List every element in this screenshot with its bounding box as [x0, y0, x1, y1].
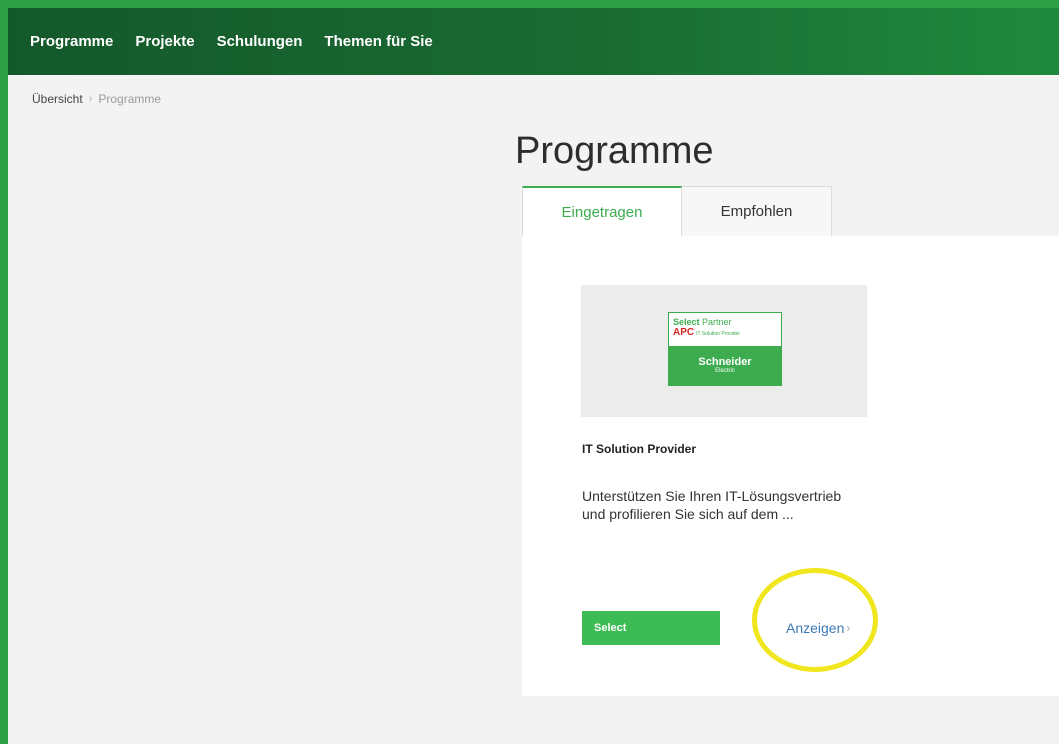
page-title: Programme	[515, 130, 714, 172]
tab-empfohlen[interactable]: Empfohlen	[682, 186, 832, 236]
tab-eingetragen[interactable]: Eingetragen	[522, 186, 682, 237]
nav-item-themen[interactable]: Themen für Sie	[324, 33, 432, 50]
breadcrumb-separator-icon: ›	[88, 93, 93, 105]
program-card-image[interactable]: Select Partner APC IT Solution Provider S…	[581, 285, 867, 417]
chevron-right-icon: ›	[846, 621, 851, 635]
select-partner-logo: Select Partner APC IT Solution Provider S…	[668, 312, 782, 386]
breadcrumb-home[interactable]: Übersicht	[32, 92, 83, 106]
program-card-title: IT Solution Provider	[582, 442, 697, 456]
tab-eingetragen-label: Eingetragen	[561, 204, 643, 221]
top-navigation: Programme Projekte Schulungen Themen für…	[8, 8, 1059, 75]
show-program-label: Anzeigen	[786, 620, 845, 636]
logo-partner-text: Partner	[699, 317, 732, 327]
logo-electric-text: Electric	[715, 368, 735, 375]
show-program-link[interactable]: Anzeigen ›	[786, 620, 850, 636]
program-card-description: Unterstützen Sie Ihren IT-Lösungsvertrie…	[582, 488, 842, 522]
app-frame: Programme Projekte Schulungen Themen für…	[0, 0, 1059, 744]
nav-item-schulungen[interactable]: Schulungen	[217, 33, 303, 50]
select-level-button[interactable]: Select	[582, 611, 720, 645]
breadcrumb: Übersicht › Programme	[32, 92, 161, 106]
tab-bar: Eingetragen Empfohlen	[522, 186, 1059, 237]
program-panel: Select Partner APC IT Solution Provider S…	[522, 236, 1059, 696]
logo-apc-text: APC	[673, 327, 695, 339]
logo-schneider-text: Schneider	[698, 355, 752, 368]
logo-apc-sub: IT Solution Provider	[696, 331, 740, 338]
breadcrumb-current: Programme	[98, 92, 162, 106]
tab-empfohlen-label: Empfohlen	[720, 203, 793, 220]
nav-item-programme[interactable]: Programme	[30, 33, 113, 50]
logo-select-text: Select	[673, 317, 700, 327]
nav-item-projekte[interactable]: Projekte	[135, 33, 194, 50]
